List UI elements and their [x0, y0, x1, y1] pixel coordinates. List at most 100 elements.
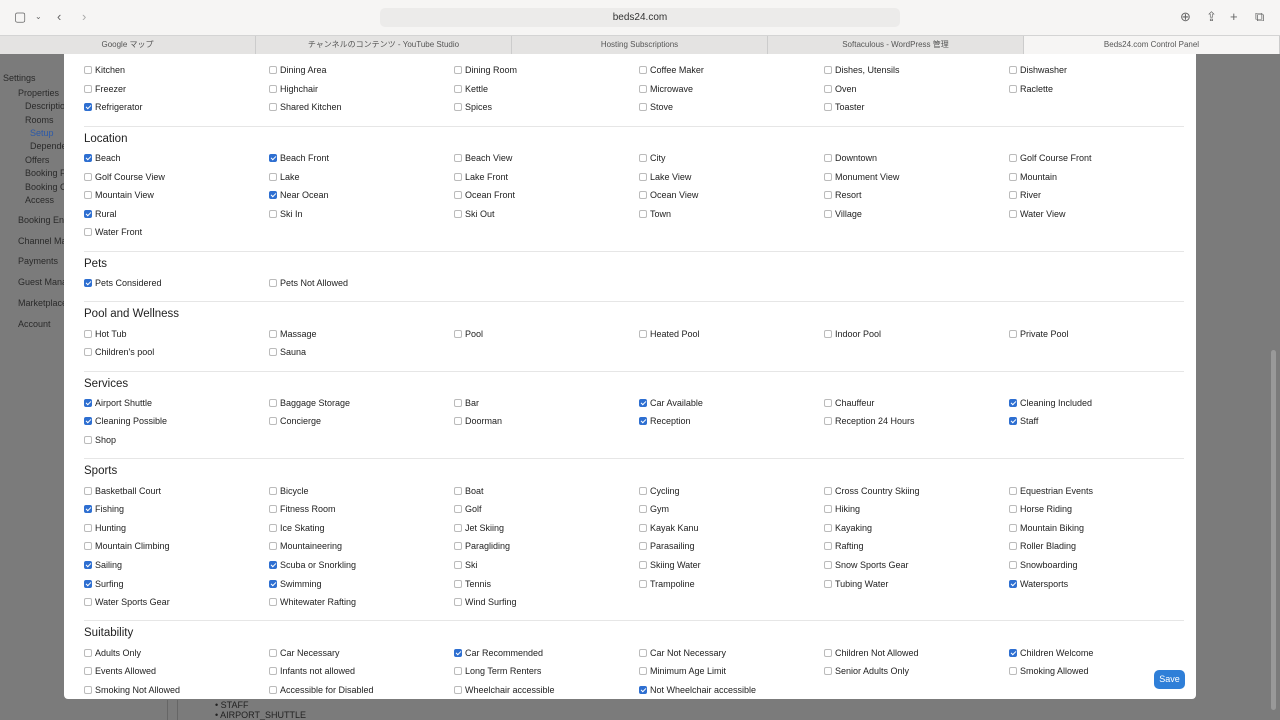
amenity-sailing[interactable]: Sailing [84, 556, 269, 575]
checkbox[interactable] [1009, 84, 1017, 93]
checkbox[interactable] [639, 66, 647, 75]
checkbox[interactable] [454, 579, 462, 588]
checkbox[interactable] [639, 667, 647, 676]
amenity-cross-country-skiing[interactable]: Cross Country Skiing [824, 481, 1009, 500]
checkbox[interactable] [84, 66, 92, 75]
checkbox[interactable] [454, 542, 462, 551]
amenity-staff[interactable]: Staff [1009, 412, 1194, 431]
amenity-near-ocean[interactable]: Near Ocean [269, 186, 454, 205]
checkbox[interactable] [269, 154, 277, 163]
checkbox[interactable] [454, 648, 462, 657]
sidebar-item-booking-engine[interactable]: Booking En [18, 215, 64, 225]
amenity-mountain[interactable]: Mountain [1009, 167, 1194, 186]
amenity-jet-skiing[interactable]: Jet Skiing [454, 519, 639, 538]
amenity-dining-area[interactable]: Dining Area [269, 61, 454, 80]
checkbox[interactable] [454, 417, 462, 426]
amenity-senior-adults-only[interactable]: Senior Adults Only [824, 662, 1009, 681]
amenity-water-sports-gear[interactable]: Water Sports Gear [84, 593, 269, 612]
checkbox[interactable] [639, 209, 647, 218]
amenity-massage[interactable]: Massage [269, 324, 454, 343]
amenity-minimum-age-limit[interactable]: Minimum Age Limit [639, 662, 824, 681]
checkbox[interactable] [269, 66, 277, 75]
amenity-adults-only[interactable]: Adults Only [84, 643, 269, 662]
amenity-car-available[interactable]: Car Available [639, 394, 824, 413]
checkbox[interactable] [639, 103, 647, 112]
amenity-long-term-renters[interactable]: Long Term Renters [454, 662, 639, 681]
amenity-oven[interactable]: Oven [824, 80, 1009, 99]
amenity-rafting[interactable]: Rafting [824, 537, 1009, 556]
amenity-accessible-for-disabled[interactable]: Accessible for Disabled [269, 681, 454, 699]
sidebar-item-payments[interactable]: Payments [18, 256, 58, 266]
checkbox[interactable] [454, 209, 462, 218]
download-icon[interactable]: ⊕ [1180, 9, 1191, 25]
amenity-ocean-view[interactable]: Ocean View [639, 186, 824, 205]
sidebar-item-dependencies[interactable]: Depende [30, 141, 67, 151]
amenity-freezer[interactable]: Freezer [84, 80, 269, 99]
checkbox[interactable] [84, 348, 92, 357]
amenity-dishes-utensils[interactable]: Dishes, Utensils [824, 61, 1009, 80]
amenity-stove[interactable]: Stove [639, 98, 824, 117]
amenity-fishing[interactable]: Fishing [84, 500, 269, 519]
checkbox[interactable] [454, 398, 462, 407]
checkbox[interactable] [1009, 505, 1017, 514]
checkbox[interactable] [1009, 172, 1017, 181]
checkbox[interactable] [84, 648, 92, 657]
amenity-toaster[interactable]: Toaster [824, 98, 1009, 117]
amenity-fitness-room[interactable]: Fitness Room [269, 500, 454, 519]
checkbox[interactable] [269, 172, 277, 181]
tab-youtube-studio[interactable]: チャンネルのコンテンツ - YouTube Studio [256, 36, 512, 54]
amenity-golf-course-view[interactable]: Golf Course View [84, 167, 269, 186]
sidebar-item-guest-management[interactable]: Guest Mana [18, 277, 67, 287]
checkbox[interactable] [84, 685, 92, 694]
checkbox[interactable] [1009, 579, 1017, 588]
sidebar-item-channel-manager[interactable]: Channel Ma [18, 236, 67, 246]
checkbox[interactable] [454, 685, 462, 694]
checkbox[interactable] [639, 505, 647, 514]
amenity-shared-kitchen[interactable]: Shared Kitchen [269, 98, 454, 117]
checkbox[interactable] [824, 486, 832, 495]
amenity-wheelchair-accessible[interactable]: Wheelchair accessible [454, 681, 639, 699]
tab-google-maps[interactable]: Google マップ [0, 36, 256, 54]
checkbox[interactable] [84, 598, 92, 607]
amenity-children-welcome[interactable]: Children Welcome [1009, 643, 1194, 662]
checkbox[interactable] [269, 505, 277, 514]
amenity-pets-considered[interactable]: Pets Considered [84, 274, 269, 293]
amenity-car-recommended[interactable]: Car Recommended [454, 643, 639, 662]
amenity-kayak-kanu[interactable]: Kayak Kanu [639, 519, 824, 538]
checkbox[interactable] [84, 154, 92, 163]
tab-beds24[interactable]: Beds24.com Control Panel [1024, 36, 1280, 54]
checkbox[interactable] [269, 667, 277, 676]
amenity-downtown[interactable]: Downtown [824, 149, 1009, 168]
amenity-children-not-allowed[interactable]: Children Not Allowed [824, 643, 1009, 662]
amenity-village[interactable]: Village [824, 205, 1009, 224]
amenity-beach-view[interactable]: Beach View [454, 149, 639, 168]
checkbox[interactable] [269, 598, 277, 607]
sidebar-item-account[interactable]: Account [18, 319, 51, 329]
amenity-hiking[interactable]: Hiking [824, 500, 1009, 519]
amenity-whitewater-rafting[interactable]: Whitewater Rafting [269, 593, 454, 612]
amenity-ski-in[interactable]: Ski In [269, 205, 454, 224]
checkbox[interactable] [454, 329, 462, 338]
amenity-car-not-necessary[interactable]: Car Not Necessary [639, 643, 824, 662]
amenity-private-pool[interactable]: Private Pool [1009, 324, 1194, 343]
amenity-beach[interactable]: Beach [84, 149, 269, 168]
amenity-sauna[interactable]: Sauna [269, 343, 454, 362]
sidebar-item-offers[interactable]: Offers [25, 155, 49, 165]
checkbox[interactable] [824, 560, 832, 569]
sidebar-item-properties[interactable]: Properties [18, 88, 59, 98]
checkbox[interactable] [824, 505, 832, 514]
amenity-shop[interactable]: Shop [84, 431, 269, 450]
amenity-infants-not-allowed[interactable]: Infants not allowed [269, 662, 454, 681]
checkbox[interactable] [824, 542, 832, 551]
checkbox[interactable] [454, 486, 462, 495]
amenity-horse-riding[interactable]: Horse Riding [1009, 500, 1194, 519]
amenity-tennis[interactable]: Tennis [454, 574, 639, 593]
amenity-water-front[interactable]: Water Front [84, 223, 269, 242]
amenity-hot-tub[interactable]: Hot Tub [84, 324, 269, 343]
amenity-concierge[interactable]: Concierge [269, 412, 454, 431]
checkbox[interactable] [824, 417, 832, 426]
amenity-lake-front[interactable]: Lake Front [454, 167, 639, 186]
amenity-cleaning-included[interactable]: Cleaning Included [1009, 394, 1194, 413]
checkbox[interactable] [454, 598, 462, 607]
checkbox[interactable] [454, 523, 462, 532]
